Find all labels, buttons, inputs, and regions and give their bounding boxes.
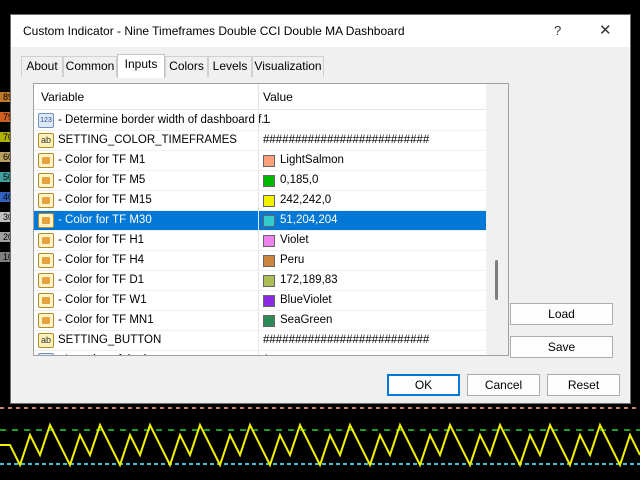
string-type-icon: ab: [38, 133, 54, 148]
indicator-subwindow: [0, 400, 640, 480]
tab-colors[interactable]: Colors: [165, 56, 208, 77]
color-swatch[interactable]: [263, 215, 275, 227]
input-row[interactable]: ab SETTING_COLOR_TIMEFRAMES ##############…: [34, 131, 486, 151]
input-row[interactable]: - Color for TF M15 242,242,0: [34, 191, 486, 211]
cell-divider: [258, 331, 259, 351]
input-row[interactable]: - Color for TF W1 BlueViolet: [34, 291, 486, 311]
cell-divider: [258, 191, 259, 211]
color-swatch[interactable]: [263, 155, 275, 167]
input-name: - Color for TF M1: [58, 154, 146, 166]
color-swatch[interactable]: [263, 195, 275, 207]
chart-price-scale-right: [630, 0, 640, 400]
input-row[interactable]: ab SETTING_BUTTON ########################…: [34, 331, 486, 351]
input-value[interactable]: 1: [263, 114, 269, 126]
input-row[interactable]: - Color for TF D1 172,189,83: [34, 271, 486, 291]
column-header-value[interactable]: Value: [263, 90, 293, 104]
input-name: SETTING_BUTTON: [58, 334, 162, 346]
input-value[interactable]: LightSalmon: [280, 154, 344, 166]
tab-inputs[interactable]: Inputs: [117, 54, 165, 78]
cell-divider: [258, 291, 259, 311]
cell-divider: [258, 171, 259, 191]
input-name: - Color for TF M15: [58, 194, 152, 206]
input-value[interactable]: Peru: [280, 254, 304, 266]
cell-divider: [258, 311, 259, 331]
input-name: - Color for TF M30: [58, 214, 152, 226]
input-row[interactable]: 123 - Determine border width of dashboard…: [34, 111, 486, 131]
column-divider[interactable]: [258, 84, 259, 110]
input-name: - Color for TF W1: [58, 294, 147, 306]
window-title: Custom Indicator - Nine Timeframes Doubl…: [23, 24, 405, 38]
cell-divider: [258, 211, 259, 231]
indicator-properties-dialog: Custom Indicator - Nine Timeframes Doubl…: [10, 14, 631, 404]
input-row[interactable]: - Color for TF H1 Violet: [34, 231, 486, 251]
input-row[interactable]: - Color for TF M30 51,204,204: [34, 211, 486, 231]
input-name: - Color for TF H1: [58, 234, 145, 246]
color-swatch[interactable]: [263, 275, 275, 287]
cell-divider: [258, 251, 259, 271]
input-row[interactable]: - Color for TF MN1 SeaGreen: [34, 311, 486, 331]
string-type-icon: ab: [38, 333, 54, 348]
color-swatch[interactable]: [263, 255, 275, 267]
color-type-icon: [38, 233, 54, 248]
input-name: - Determine border width of dashboard f.…: [58, 114, 271, 126]
input-name: - Location of the butto...: [58, 354, 179, 355]
color-type-icon: [38, 153, 54, 168]
color-type-icon: [38, 273, 54, 288]
number-type-icon: 123: [38, 353, 54, 355]
input-row[interactable]: 123 - Location of the butto... 1: [34, 351, 486, 355]
load-button[interactable]: Load: [510, 303, 613, 325]
input-name: - Color for TF H4: [58, 254, 145, 266]
input-name: SETTING_COLOR_TIMEFRAMES: [58, 134, 237, 146]
ok-button[interactable]: OK: [387, 374, 460, 396]
color-swatch[interactable]: [263, 315, 275, 327]
input-value[interactable]: 172,189,83: [280, 274, 338, 286]
input-value[interactable]: SeaGreen: [280, 314, 332, 326]
input-value[interactable]: 0,185,0: [280, 174, 318, 186]
input-name: - Color for TF MN1: [58, 314, 154, 326]
cell-divider: [258, 151, 259, 171]
input-value[interactable]: ##########################: [263, 134, 429, 146]
input-value[interactable]: 242,242,0: [280, 194, 331, 206]
input-name: - Color for TF M5: [58, 174, 146, 186]
input-value[interactable]: 1: [263, 354, 269, 355]
color-type-icon: [38, 313, 54, 328]
color-type-icon: [38, 193, 54, 208]
input-value[interactable]: 51,204,204: [280, 214, 338, 226]
tab-about[interactable]: About: [21, 56, 63, 77]
input-value[interactable]: Violet: [280, 234, 309, 246]
cancel-button[interactable]: Cancel: [467, 374, 540, 396]
input-value[interactable]: BlueViolet: [280, 294, 332, 306]
save-button[interactable]: Save: [510, 336, 613, 358]
cell-divider: [258, 351, 259, 355]
vertical-scrollbar[interactable]: [486, 84, 508, 355]
input-row[interactable]: - Color for TF H4 Peru: [34, 251, 486, 271]
grid-header: Variable Value: [34, 84, 486, 110]
tab-visualization[interactable]: Visualization: [252, 56, 324, 77]
help-button[interactable]: ?: [554, 23, 561, 38]
column-header-variable[interactable]: Variable: [41, 90, 84, 104]
input-row[interactable]: - Color for TF M5 0,185,0: [34, 171, 486, 191]
number-type-icon: 123: [38, 113, 54, 128]
color-type-icon: [38, 253, 54, 268]
cell-divider: [258, 131, 259, 151]
color-type-icon: [38, 213, 54, 228]
input-name: - Color for TF D1: [58, 274, 145, 286]
cell-divider: [258, 271, 259, 291]
tab-levels[interactable]: Levels: [208, 56, 252, 77]
inputs-grid: Variable Value 123 - Determine border wid…: [33, 83, 509, 356]
cell-divider: [258, 111, 259, 131]
color-swatch[interactable]: [263, 235, 275, 247]
reset-button[interactable]: Reset: [547, 374, 620, 396]
color-type-icon: [38, 293, 54, 308]
tab-common[interactable]: Common: [63, 56, 117, 77]
cell-divider: [258, 231, 259, 251]
title-bar: Custom Indicator - Nine Timeframes Doubl…: [11, 15, 630, 47]
close-button[interactable]: ✕: [599, 21, 612, 39]
input-value[interactable]: ##########################: [263, 334, 429, 346]
color-swatch[interactable]: [263, 295, 275, 307]
color-type-icon: [38, 173, 54, 188]
scrollbar-thumb[interactable]: [495, 260, 498, 300]
color-swatch[interactable]: [263, 175, 275, 187]
input-row[interactable]: - Color for TF M1 LightSalmon: [34, 151, 486, 171]
